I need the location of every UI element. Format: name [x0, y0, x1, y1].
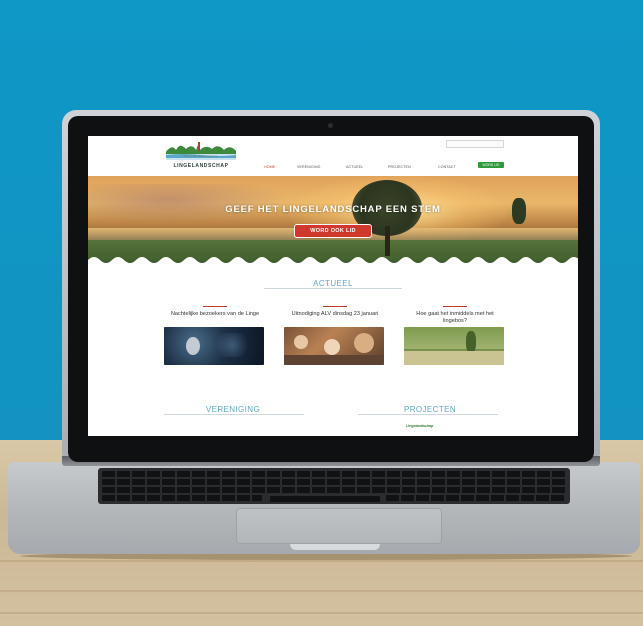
keyboard-row — [102, 479, 566, 485]
keyboard-row — [386, 495, 566, 501]
section-divider — [358, 414, 498, 415]
date-rule — [443, 306, 467, 307]
keyboard-row — [102, 471, 566, 477]
nav-item-actueel[interactable]: ACTUEEL — [346, 165, 363, 169]
nav-item-home[interactable]: HOME — [264, 165, 275, 169]
nav-join-button[interactable]: WORD LID — [478, 162, 504, 168]
tree-trunk — [385, 226, 390, 256]
table-grain-line — [0, 560, 643, 562]
nav-item-vereniging[interactable]: VERENIGING — [297, 165, 321, 169]
search-input[interactable] — [446, 140, 504, 148]
section-divider — [264, 288, 402, 289]
camera-icon — [328, 123, 333, 128]
logo-name[interactable]: LINGELANDSCHAP — [164, 163, 238, 169]
news-title[interactable]: Hoe gaat het inmiddels met het lingebos? — [404, 311, 506, 325]
logo-tagline: Natuurlijk Buitengewoon — [183, 154, 219, 158]
hero-banner: GEEF HET LINGELANDSCHAP EEN STEM WORD OO… — [88, 176, 578, 266]
vereniging-section-title: VERENIGING — [205, 405, 261, 414]
nav-item-contact[interactable]: CONTACT — [438, 165, 456, 169]
date-rule — [203, 306, 227, 307]
news-image-night-animal[interactable] — [164, 327, 264, 365]
wave-divider — [88, 257, 578, 268]
trackpad — [236, 508, 442, 544]
keyboard-row — [102, 495, 262, 501]
news-image-meeting[interactable] — [284, 327, 384, 365]
hero-join-button[interactable]: WORD OOK LID — [294, 224, 372, 238]
section-divider — [164, 414, 304, 415]
laptop-front-lip — [290, 544, 380, 550]
hero-title: GEEF HET LINGELANDSCHAP EEN STEM — [225, 204, 441, 215]
news-section-title: ACTUEEL — [313, 279, 353, 288]
keyboard-row — [102, 487, 566, 493]
project-link[interactable]: Lingelandschap — [406, 424, 433, 428]
nav-item-projecten[interactable]: PROJECTEN — [388, 165, 411, 169]
news-title[interactable]: Nachtelijke bezoekers van de Linge — [164, 311, 266, 318]
table-grain-line — [0, 612, 643, 614]
news-title[interactable]: Uitnodiging ALV dinsdag 23 januari — [284, 311, 386, 318]
news-image-forest[interactable] — [404, 327, 504, 365]
table-grain-line — [0, 590, 643, 592]
date-rule — [323, 306, 347, 307]
tree-icon — [512, 198, 526, 224]
spacebar — [270, 496, 380, 502]
laptop-screen: Natuurlijk Buitengewoon LINGELANDSCHAP H… — [88, 136, 578, 436]
site-header: Natuurlijk Buitengewoon LINGELANDSCHAP H… — [88, 136, 578, 176]
projecten-section-title: PROJECTEN — [403, 405, 457, 414]
laptop-photo: Natuurlijk Buitengewoon LINGELANDSCHAP H… — [0, 0, 643, 626]
